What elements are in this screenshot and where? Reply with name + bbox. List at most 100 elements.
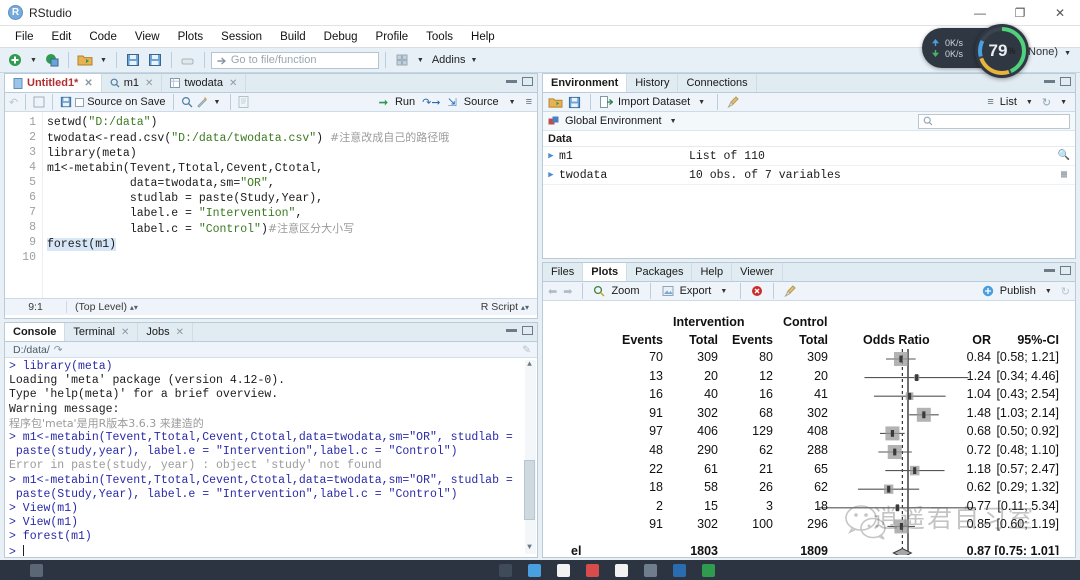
tab-help[interactable]: Help bbox=[692, 263, 733, 281]
taskbar-icon-6[interactable] bbox=[615, 563, 628, 577]
code-line[interactable]: library(meta) bbox=[47, 146, 537, 161]
publish-button[interactable]: Publish bbox=[1000, 285, 1036, 297]
maximize-button[interactable]: ❐ bbox=[1000, 0, 1040, 26]
code-line[interactable]: m1<-metabin(Tevent,Ttotal,Cevent,Ctotal, bbox=[47, 161, 537, 176]
menu-item-edit[interactable]: Edit bbox=[43, 29, 81, 45]
source-on-save-label[interactable]: Source on Save bbox=[87, 96, 165, 108]
view-mode-dropdown-icon[interactable]: ▼ bbox=[1023, 99, 1036, 106]
previous-plot-icon[interactable]: ⬅ bbox=[548, 285, 557, 298]
tab-console[interactable]: Console bbox=[5, 323, 66, 341]
menu-item-profile[interactable]: Profile bbox=[367, 29, 418, 45]
taskbar-icon-7[interactable] bbox=[644, 563, 657, 577]
run-icon[interactable]: ➞ bbox=[379, 96, 388, 109]
source-tab-m1[interactable]: m1 ✕ bbox=[101, 74, 163, 92]
menu-item-view[interactable]: View bbox=[126, 29, 169, 45]
next-plot-icon[interactable]: ➡ bbox=[563, 285, 572, 298]
tab-history[interactable]: History bbox=[627, 74, 679, 92]
code-line[interactable]: label.c = "Control")#注意区分大小写 bbox=[47, 221, 537, 237]
environment-scope-dropdown-icon[interactable]: ▼ bbox=[667, 118, 680, 125]
open-file-icon[interactable] bbox=[75, 51, 95, 70]
save-icon[interactable] bbox=[123, 51, 143, 70]
taskbar-icon-9[interactable] bbox=[702, 563, 715, 577]
tab-viewer[interactable]: Viewer bbox=[732, 263, 783, 281]
menu-item-session[interactable]: Session bbox=[212, 29, 271, 45]
minimize-button[interactable]: — bbox=[960, 0, 1000, 26]
menu-item-help[interactable]: Help bbox=[462, 29, 504, 45]
tab-plots[interactable]: Plots bbox=[583, 263, 628, 281]
menu-item-debug[interactable]: Debug bbox=[315, 29, 367, 45]
new-file-icon[interactable] bbox=[5, 51, 25, 70]
console-output[interactable]: > library(meta) Loading 'meta' package (v… bbox=[5, 358, 537, 556]
refresh-icon[interactable]: ↻ bbox=[1042, 96, 1051, 109]
export-button[interactable]: Export bbox=[680, 285, 712, 297]
back-arrow-icon[interactable]: ↶ bbox=[9, 96, 18, 109]
taskbar-icon-1[interactable] bbox=[30, 563, 43, 577]
taskbar-icon-8[interactable] bbox=[673, 563, 686, 577]
code-tools-dropdown-icon[interactable]: ▼ bbox=[211, 99, 224, 106]
code-line[interactable]: setwd("D:/data") bbox=[47, 115, 537, 130]
code-line[interactable]: studlab = paste(Study,Year), bbox=[47, 191, 537, 206]
source-icon[interactable]: ⇲ bbox=[448, 96, 457, 109]
code-scope[interactable]: (Top Level) ▴▾ bbox=[67, 301, 138, 313]
open-file-dropdown-icon[interactable]: ▼ bbox=[97, 57, 110, 64]
tab-files[interactable]: Files bbox=[543, 263, 584, 281]
import-dataset-icon[interactable] bbox=[600, 96, 613, 108]
source-tab-close-2[interactable]: ✕ bbox=[229, 78, 237, 89]
workspace-dropdown-icon[interactable]: ▼ bbox=[414, 57, 427, 64]
rerun-icon[interactable]: ↷➞ bbox=[422, 96, 440, 109]
tab-jobs[interactable]: Jobs ✕ bbox=[138, 323, 194, 341]
remove-plot-icon[interactable] bbox=[751, 285, 763, 297]
clear-console-icon[interactable]: ✎ bbox=[522, 344, 531, 356]
refresh-plot-icon[interactable]: ↻ bbox=[1061, 285, 1070, 298]
console-scroll-thumb[interactable] bbox=[524, 460, 535, 520]
new-project-icon[interactable] bbox=[42, 51, 62, 70]
menu-item-tools[interactable]: Tools bbox=[417, 29, 462, 45]
zoom-button[interactable]: Zoom bbox=[611, 285, 639, 297]
tab-environment[interactable]: Environment bbox=[543, 74, 628, 92]
menu-item-build[interactable]: Build bbox=[271, 29, 315, 45]
plots-maximize-icon[interactable] bbox=[1060, 266, 1071, 275]
taskbar-icon-5[interactable] bbox=[586, 563, 599, 577]
environment-maximize-icon[interactable] bbox=[1060, 77, 1071, 86]
load-workspace-icon[interactable] bbox=[548, 96, 563, 109]
addins-dropdown-icon[interactable]: ▼ bbox=[467, 57, 480, 64]
cpu-usage-gauge[interactable]: 79 % bbox=[975, 24, 1029, 78]
source-tab-twodata[interactable]: twodata ✕ bbox=[162, 74, 247, 92]
import-dataset-dropdown-icon[interactable]: ▼ bbox=[695, 99, 708, 106]
scroll-down-icon[interactable]: ▼ bbox=[524, 543, 535, 554]
source-maximize-icon[interactable] bbox=[522, 77, 533, 86]
print-icon[interactable] bbox=[178, 51, 198, 70]
addins-button[interactable]: Addins bbox=[429, 54, 466, 66]
zoom-icon[interactable] bbox=[593, 285, 605, 297]
plot-canvas[interactable]: Intervention Control Events Total Events Tota… bbox=[543, 301, 1075, 555]
workspace-panes-icon[interactable] bbox=[392, 51, 412, 70]
save-source-icon[interactable] bbox=[60, 96, 72, 108]
console-maximize-icon[interactable] bbox=[522, 326, 533, 335]
tab-connections[interactable]: Connections bbox=[678, 74, 757, 92]
source-tab-untitled1[interactable]: Untitled1* ✕ bbox=[5, 74, 102, 92]
import-dataset-button[interactable]: Import Dataset bbox=[618, 96, 690, 108]
outline-toggle-icon[interactable]: ≡ bbox=[526, 96, 532, 108]
file-type-selector[interactable]: R Script ▴▾ bbox=[481, 301, 537, 313]
table-row[interactable]: ▶ twodata 10 obs. of 7 variables ▦ bbox=[543, 166, 1075, 185]
goto-file-input[interactable]: Go to file/function bbox=[210, 51, 379, 69]
table-icon[interactable]: ▦ bbox=[1053, 169, 1075, 181]
source-tab-close-1[interactable]: ✕ bbox=[145, 78, 153, 89]
publish-icon[interactable] bbox=[982, 285, 994, 297]
source-on-save-checkbox[interactable] bbox=[75, 97, 85, 107]
environment-scope-selector[interactable]: Global Environment ▼ bbox=[543, 112, 1075, 131]
scope-stepper-icon[interactable]: ▴▾ bbox=[130, 303, 138, 312]
clear-all-plots-broom-icon[interactable] bbox=[784, 284, 797, 298]
tab-jobs-close[interactable]: ✕ bbox=[176, 327, 184, 338]
tab-packages[interactable]: Packages bbox=[627, 263, 693, 281]
find-replace-icon[interactable] bbox=[181, 96, 193, 108]
expand-twodata-icon[interactable]: ▶ bbox=[543, 170, 559, 180]
taskbar-icon-2[interactable] bbox=[499, 563, 512, 577]
publish-dropdown-icon[interactable]: ▼ bbox=[1042, 288, 1055, 295]
source-minimize-icon[interactable] bbox=[506, 80, 517, 83]
clear-workspace-broom-icon[interactable] bbox=[727, 95, 740, 109]
code-tools-icon[interactable] bbox=[196, 96, 208, 108]
environment-minimize-icon[interactable] bbox=[1044, 80, 1055, 83]
new-file-dropdown-icon[interactable]: ▼ bbox=[27, 57, 40, 64]
code-line[interactable]: twodata<-read.csv("D:/data/twodata.csv")… bbox=[47, 130, 537, 146]
